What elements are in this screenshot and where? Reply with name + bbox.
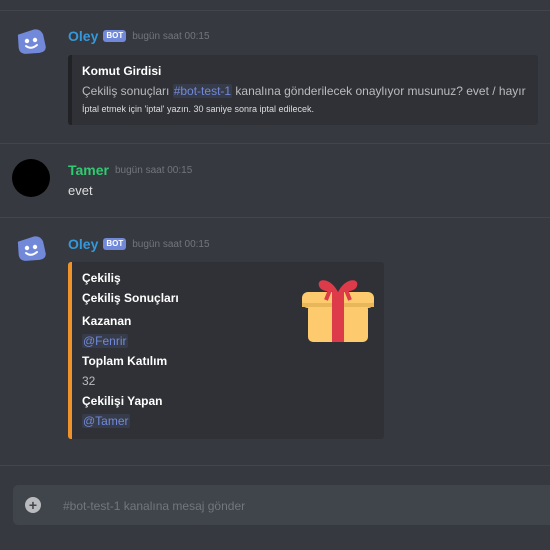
message-header: Oley BOT bugün saat 00:15 xyxy=(68,28,210,44)
discord-logo-icon xyxy=(17,29,46,54)
user-avatar[interactable] xyxy=(12,159,50,197)
embed-desc-text-2: kanalına gönderilecek onaylıyor musunuz?… xyxy=(232,84,526,98)
user-mention-host[interactable]: @Tamer xyxy=(82,414,130,428)
message-divider xyxy=(0,465,550,466)
message-divider xyxy=(0,217,550,218)
message-header: Tamer bugün saat 00:15 xyxy=(68,162,192,178)
message-input[interactable] xyxy=(61,485,535,527)
timestamp: bugün saat 00:15 xyxy=(114,164,193,176)
embed-footer: İptal etmek için 'iptal' yazın. 30 saniy… xyxy=(82,104,315,114)
discord-logo-icon xyxy=(17,236,46,261)
top-divider xyxy=(0,10,550,11)
message-composer: + xyxy=(13,485,550,527)
bot-avatar[interactable] xyxy=(12,230,50,268)
message-header: Oley BOT bugün saat 00:15 xyxy=(68,236,210,252)
author-name[interactable]: Oley xyxy=(68,28,98,44)
bot-avatar[interactable] xyxy=(12,23,50,61)
embed-confirmation: Komut Girdisi Çekiliş sonuçları #bot-tes… xyxy=(68,55,538,125)
channel-mention[interactable]: #bot-test-1 xyxy=(172,84,233,98)
bot-badge: BOT xyxy=(103,30,127,42)
field-name-participants: Toplam Katılım xyxy=(82,354,168,368)
embed-giveaway-results: Çekiliş Çekiliş Sonuçları Kazanan @Fenri… xyxy=(68,262,384,439)
timestamp: bugün saat 00:15 xyxy=(132,238,210,250)
author-name[interactable]: Oley xyxy=(68,236,98,252)
embed-title: Komut Girdisi xyxy=(82,64,162,78)
add-attachment-icon[interactable]: + xyxy=(25,497,41,513)
message-content: evet xyxy=(68,183,93,198)
embed-desc-text: Çekiliş sonuçları xyxy=(82,84,173,98)
bot-badge: BOT xyxy=(103,238,127,250)
author-name[interactable]: Tamer xyxy=(68,162,109,178)
user-mention-winner[interactable]: @Fenrir xyxy=(82,334,128,348)
message-divider xyxy=(0,143,550,144)
timestamp: bugün saat 00:15 xyxy=(132,30,210,42)
gift-icon[interactable] xyxy=(300,270,376,346)
field-name-host: Çekilişi Yapan xyxy=(82,394,163,408)
field-value-participants: 32 xyxy=(82,374,96,388)
embed-description: Çekiliş sonuçları #bot-test-1 kanalına g… xyxy=(82,84,528,98)
